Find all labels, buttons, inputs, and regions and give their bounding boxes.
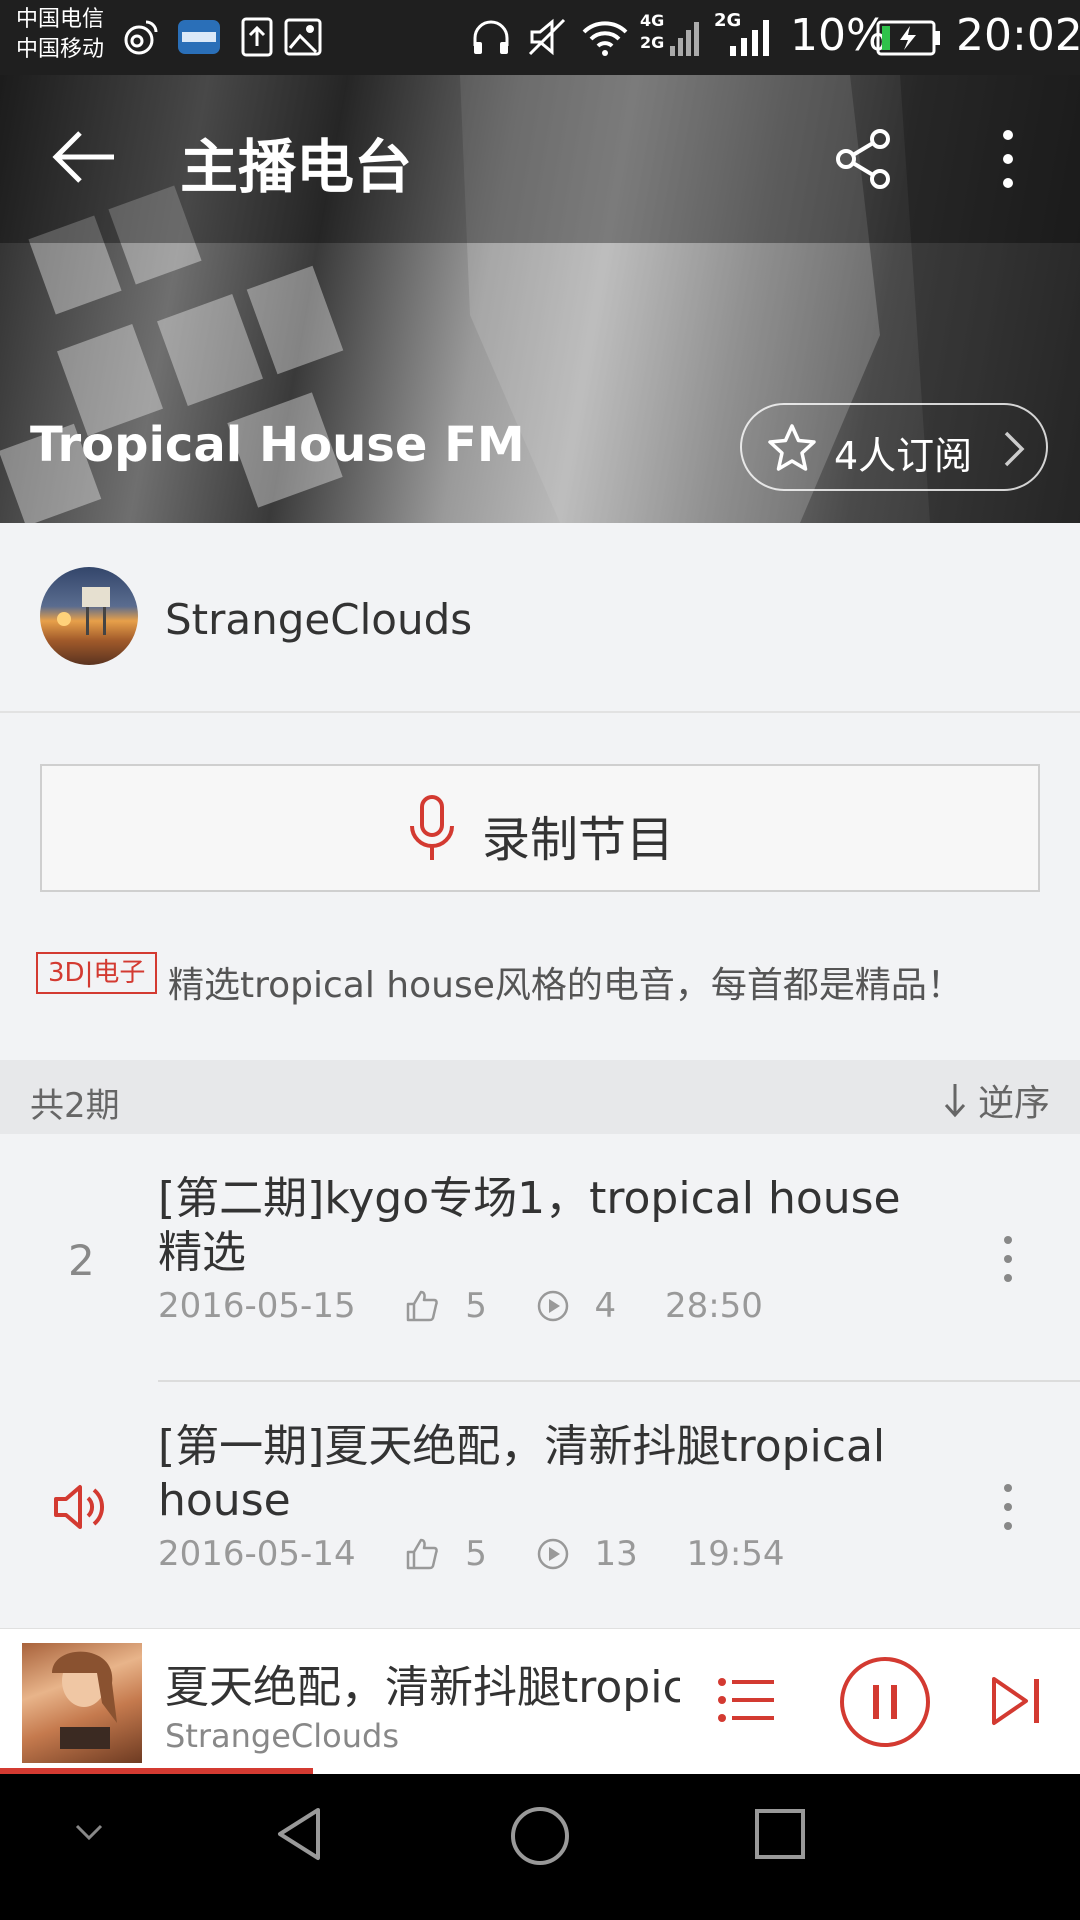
record-program-button[interactable]: 录制节目 (40, 764, 1040, 892)
network-2-label: 2G (640, 33, 665, 52)
episode-plays: 4 (594, 1285, 617, 1326)
upload-icon (241, 17, 273, 57)
next-track-icon[interactable] (988, 1673, 1044, 1729)
host-row[interactable]: StrangeClouds (0, 523, 1080, 713)
microphone-icon (410, 795, 454, 860)
play-count-icon (537, 1538, 568, 1569)
image-icon (284, 18, 322, 56)
clock: 20:02 (956, 10, 1080, 61)
cover-art-image (52, 1651, 117, 1749)
station-description: 精选tropical house风格的电音，每首都是精品！ (168, 965, 963, 1006)
mini-player[interactable]: 夏天绝配，清新抖腿tropic StrangeClouds (0, 1628, 1080, 1774)
carrier-1: 中国电信 (16, 7, 105, 32)
signal-icon (730, 20, 769, 56)
episode-index: 2 (68, 1236, 95, 1285)
more-options-icon[interactable] (996, 127, 1020, 191)
battery-icon (876, 20, 940, 56)
status-bar: 中国电信 中国移动 4G 2G 2G 10% 20:02 (0, 0, 1080, 75)
toolbar (0, 75, 1080, 243)
episode-date: 2016-05-15 (158, 1285, 356, 1326)
episode-item[interactable]: 2 [第二期]kygo专场1，tropical house精选 2016-05-… (0, 1134, 1080, 1381)
back-triangle-icon[interactable] (270, 1804, 330, 1864)
episode-item[interactable]: [第一期]夏天绝配，清新抖腿tropical house 2016-05-14 … (0, 1382, 1080, 1629)
now-playing-title[interactable]: 夏天绝配，清新抖腿tropic (165, 1651, 680, 1715)
subscribe-count-label: 4人订阅 (834, 434, 973, 478)
subscribe-button[interactable]: 4人订阅 (740, 403, 1048, 491)
episode-title: [第二期]kygo专场1，tropical house精选 (158, 1173, 901, 1278)
thumbs-up-icon (407, 1290, 439, 1321)
episode-count: 共2期 (30, 1086, 120, 1126)
chevron-right-icon (1004, 431, 1025, 467)
episode-duration: 28:50 (664, 1285, 763, 1326)
star-icon (768, 424, 816, 471)
episode-meta: 2016-05-15 5 4 28:50 (158, 1284, 763, 1326)
now-playing-cover[interactable] (22, 1643, 142, 1763)
station-header: 主播电台 Tropical House FM 4人订阅 (0, 75, 1080, 523)
pause-button[interactable] (838, 1655, 932, 1749)
share-icon[interactable] (832, 127, 896, 191)
episode-title: [第一期]夏天绝配，清新抖腿tropical house (158, 1421, 886, 1526)
battery-percentage: 10% (790, 10, 888, 61)
app-icon (178, 20, 220, 54)
avatar[interactable] (40, 567, 138, 665)
recent-apps-icon[interactable] (752, 1806, 808, 1862)
thumbs-up-icon (407, 1538, 439, 1569)
home-circle-icon[interactable] (508, 1804, 572, 1868)
arrow-down-icon (944, 1084, 965, 1118)
back-arrow-icon[interactable] (48, 127, 118, 187)
episode-plays: 13 (594, 1533, 638, 1574)
speaker-playing-icon (54, 1485, 105, 1529)
record-program-label: 录制节目 (482, 812, 675, 868)
episode-likes: 5 (465, 1285, 487, 1326)
page-title: 主播电台 (180, 133, 413, 201)
episode-likes: 5 (465, 1533, 487, 1574)
episode-more-icon[interactable] (996, 1234, 1020, 1284)
sort-order-button[interactable]: 逆序 (943, 1074, 1050, 1124)
wifi-icon (582, 21, 628, 56)
chevron-down-icon[interactable] (74, 1822, 104, 1842)
episode-duration: 19:54 (686, 1533, 785, 1574)
lifeguard-tower-image (57, 587, 110, 635)
category-tag[interactable]: 3D|电子 (36, 952, 158, 994)
episode-list-header: 共2期 逆序 (0, 1060, 1080, 1134)
headphones-icon (473, 20, 509, 54)
episode-date: 2016-05-14 (158, 1533, 356, 1574)
episode-meta: 2016-05-14 5 13 19:54 (158, 1532, 785, 1574)
system-navigation-bar (0, 1774, 1080, 1920)
episode-more-icon[interactable] (996, 1482, 1020, 1532)
weibo-icon (124, 20, 158, 55)
playlist-icon[interactable] (716, 1675, 776, 1725)
mute-icon (528, 18, 566, 56)
sort-order-label: 逆序 (977, 1083, 1050, 1124)
signal-icon (670, 22, 699, 56)
now-playing-artist: StrangeClouds (165, 1717, 399, 1755)
host-name[interactable]: StrangeClouds (165, 595, 472, 644)
play-count-icon (537, 1290, 568, 1321)
network-1-label: 4G (640, 11, 665, 30)
carrier-2: 中国移动 (16, 37, 105, 62)
station-name: Tropical House FM (30, 417, 525, 473)
